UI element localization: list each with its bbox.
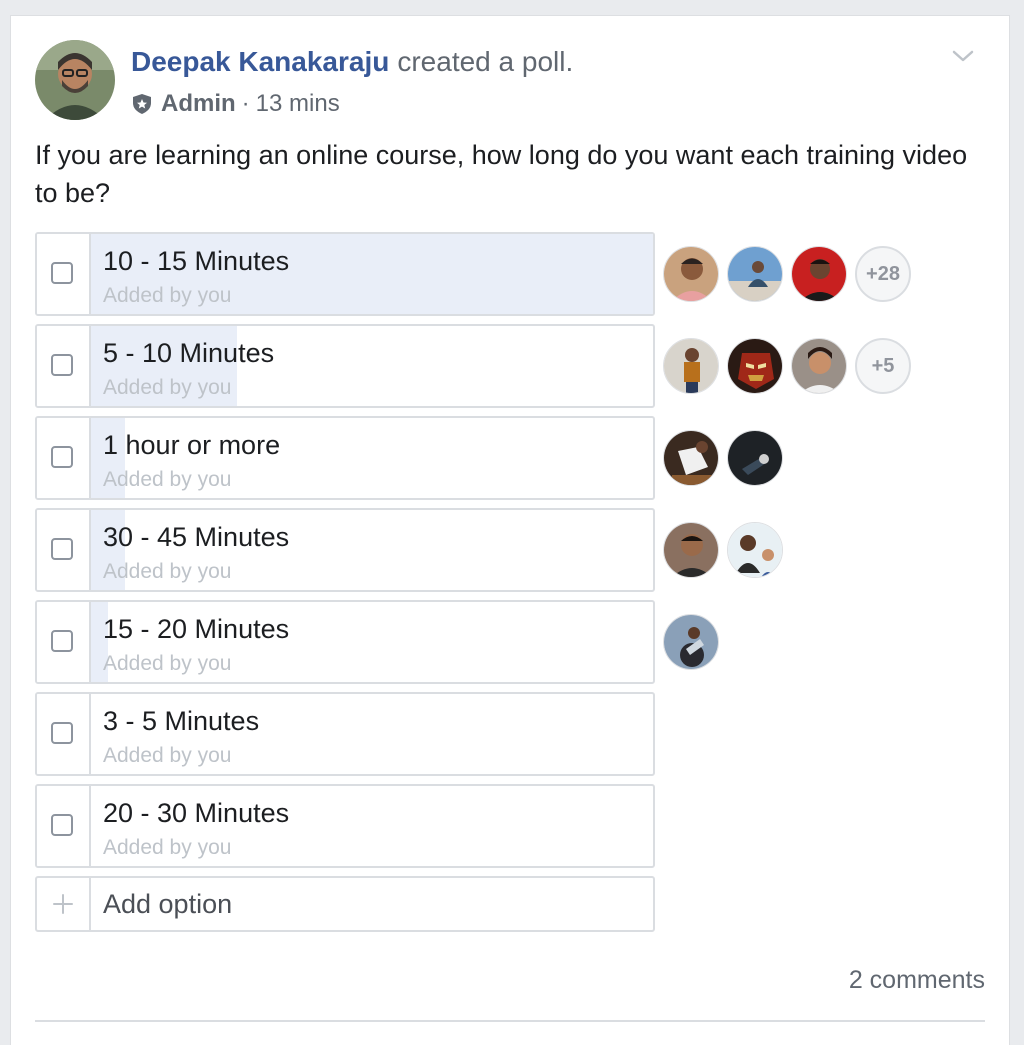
author-avatar[interactable]: [35, 40, 115, 120]
voter-avatars: [663, 430, 791, 486]
post-card: Deepak Kanakaraju created a poll. Admin ·…: [10, 15, 1010, 1045]
poll-option-checkbox[interactable]: [51, 354, 73, 376]
poll-option-box[interactable]: 5 - 10 Minutes Added by you: [35, 324, 655, 408]
admin-shield-icon: [131, 93, 153, 115]
poll-option-checkbox[interactable]: [51, 262, 73, 284]
poll-option-added-by: Added by you: [103, 284, 232, 307]
poll-option[interactable]: 15 - 20 Minutes Added by you: [35, 600, 719, 684]
poll-option-added-by: Added by you: [103, 376, 232, 399]
post-timestamp[interactable]: 13 mins: [256, 90, 340, 118]
poll-option-added-by: Added by you: [103, 744, 232, 767]
poll-option-added-by: Added by you: [103, 468, 232, 491]
checkbox-cell: [37, 326, 91, 406]
poll-option[interactable]: 5 - 10 Minutes Added by you +5: [35, 324, 911, 408]
post-meta: Admin · 13 mins: [131, 90, 340, 118]
add-option-input[interactable]: Add option: [35, 876, 655, 932]
voter-avatar[interactable]: [727, 522, 783, 578]
poll-option[interactable]: 10 - 15 Minutes Added by you +28: [35, 232, 911, 316]
add-option-label: Add option: [103, 889, 233, 919]
meta-separator: ·: [241, 90, 250, 117]
poll-option-added-by: Added by you: [103, 836, 232, 859]
voter-avatars: [663, 614, 727, 670]
poll-option-box[interactable]: 10 - 15 Minutes Added by you: [35, 232, 655, 316]
checkbox-cell: [37, 234, 91, 314]
footer-divider: [35, 1020, 985, 1022]
post-header: Deepak Kanakaraju created a poll. Admin ·…: [35, 40, 975, 124]
poll-option[interactable]: 3 - 5 Minutes Added by you: [35, 692, 655, 776]
voter-avatar[interactable]: [791, 338, 847, 394]
voter-avatar[interactable]: [663, 338, 719, 394]
poll-option-checkbox[interactable]: [51, 630, 73, 652]
poll-option-box[interactable]: 1 hour or more Added by you: [35, 416, 655, 500]
poll-option[interactable]: 20 - 30 Minutes Added by you: [35, 784, 655, 868]
poll-option-label: 20 - 30 Minutes: [103, 798, 290, 828]
plus-icon[interactable]: [37, 878, 91, 930]
poll-option-label: 1 hour or more: [103, 430, 281, 460]
poll-option-box[interactable]: 15 - 20 Minutes Added by you: [35, 600, 655, 684]
poll-option-label: 15 - 20 Minutes: [103, 614, 290, 644]
voter-avatar[interactable]: [727, 430, 783, 486]
poll-option-added-by: Added by you: [103, 560, 232, 583]
poll-option-checkbox[interactable]: [51, 538, 73, 560]
poll-option-label: 30 - 45 Minutes: [103, 522, 290, 552]
voter-avatar[interactable]: [663, 430, 719, 486]
checkbox-cell: [37, 510, 91, 590]
more-voters-badge[interactable]: +28: [855, 246, 911, 302]
poll-question: If you are learning an online course, ho…: [35, 140, 968, 208]
checkbox-cell: [37, 602, 91, 682]
poll-option[interactable]: 30 - 45 Minutes Added by you: [35, 508, 783, 592]
voter-avatar[interactable]: [663, 614, 719, 670]
poll-option-added-by: Added by you: [103, 652, 232, 675]
more-voters-badge[interactable]: +5: [855, 338, 911, 394]
poll-option-checkbox[interactable]: [51, 722, 73, 744]
poll-option-box[interactable]: 30 - 45 Minutes Added by you: [35, 508, 655, 592]
poll-option-label: 10 - 15 Minutes: [103, 246, 290, 276]
voter-avatar[interactable]: [663, 522, 719, 578]
voter-avatar[interactable]: [727, 338, 783, 394]
checkbox-cell: [37, 418, 91, 498]
voter-avatar[interactable]: [727, 246, 783, 302]
role-badge: Admin: [161, 90, 236, 117]
poll-option-checkbox[interactable]: [51, 814, 73, 836]
poll-option-label: 3 - 5 Minutes: [103, 706, 260, 736]
voter-avatar[interactable]: [663, 246, 719, 302]
voter-avatar[interactable]: [791, 246, 847, 302]
post-action-text: created a poll.: [397, 46, 574, 77]
checkbox-cell: [37, 694, 91, 774]
poll-option-box[interactable]: 20 - 30 Minutes Added by you: [35, 784, 655, 868]
poll-option[interactable]: 1 hour or more Added by you: [35, 416, 783, 500]
poll-option-label: 5 - 10 Minutes: [103, 338, 275, 368]
voter-avatars: +28: [663, 246, 911, 302]
voter-avatars: +5: [663, 338, 911, 394]
poll-option-checkbox[interactable]: [51, 446, 73, 468]
author-line: Deepak Kanakaraju created a poll.: [131, 46, 573, 78]
author-name-link[interactable]: Deepak Kanakaraju: [131, 46, 389, 77]
voter-avatars: [663, 522, 791, 578]
comments-count-link[interactable]: 2 comments: [849, 966, 985, 995]
chevron-down-icon[interactable]: [951, 44, 975, 68]
checkbox-cell: [37, 786, 91, 866]
poll-option-box[interactable]: 3 - 5 Minutes Added by you: [35, 692, 655, 776]
